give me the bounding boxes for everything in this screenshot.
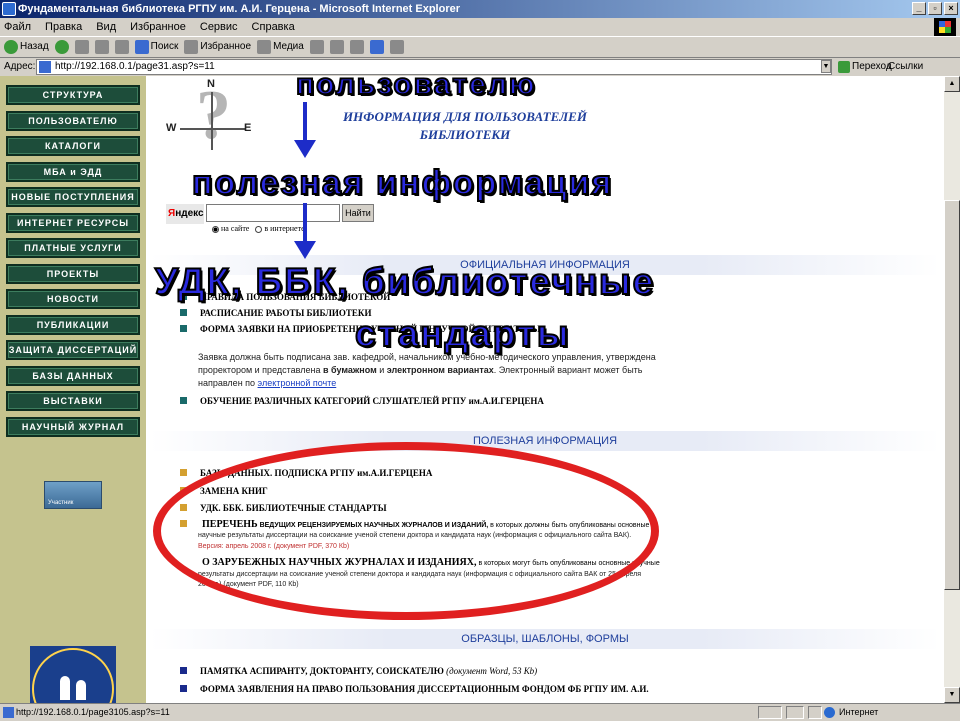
nav-journal[interactable]: НАУЧНЫЙ ЖУРНАЛ (6, 417, 140, 437)
vertical-scrollbar[interactable]: ▲ ▼ (944, 76, 960, 703)
home-button[interactable] (114, 40, 129, 54)
arrow-down-icon (294, 203, 316, 261)
home-icon (114, 40, 129, 54)
menu-tools[interactable]: Сервис (200, 18, 238, 36)
printer-icon (349, 40, 364, 54)
yandex-logo: Яндекс (166, 204, 204, 224)
menu-favorites[interactable]: Избранное (130, 18, 186, 36)
history-button[interactable] (309, 40, 324, 54)
nav-catalogs[interactable]: КАТАЛОГИ (6, 136, 140, 156)
status-url: http://192.168.0.1/page3105.asp?s=11 (16, 707, 170, 717)
favorites-button[interactable]: Избранное (184, 37, 251, 57)
radio-site[interactable]: на сайте (212, 224, 249, 233)
back-arrow-icon (4, 40, 18, 54)
back-button[interactable]: Назад (4, 37, 49, 57)
close-button[interactable]: × (944, 2, 958, 15)
media-icon (257, 40, 272, 54)
go-button[interactable]: Переход (838, 58, 892, 76)
forward-arrow-icon (54, 40, 69, 54)
overlay-udk-bbk: УДК, ББК, библиотечные (154, 260, 656, 303)
sidebar: СТРУКТУРА ПОЛЬЗОВАТЕЛЮ КАТАЛОГИ МБА и ЭД… (0, 76, 146, 703)
address-url: http://192.168.0.1/page31.asp?s=11 (55, 61, 215, 72)
print-button[interactable] (349, 40, 364, 54)
discuss-button[interactable] (389, 40, 404, 54)
order-note: Заявка должна быть подписана зав. кафедр… (198, 352, 656, 388)
ie-window: Фундаментальная библиотека РГПУ им. А.И.… (0, 0, 960, 720)
title-bar: Фундаментальная библиотека РГПУ им. А.И.… (0, 0, 960, 18)
section-useful: ПОЛЕЗНАЯ ИНФОРМАЦИЯ (150, 431, 940, 451)
overlay-useful-info: полезная информация (191, 163, 614, 203)
highlight-ellipse (153, 442, 659, 620)
overlay-standards: стандарты (354, 312, 571, 355)
nav-dissertations[interactable]: ЗАЩИТА ДИССЕРТАЦИЙ (6, 340, 140, 360)
nav-structure[interactable]: СТРУКТУРА (6, 85, 140, 105)
nav-mba[interactable]: МБА и ЭДД (6, 162, 140, 182)
window-title: Фундаментальная библиотека РГПУ им. А.И.… (18, 3, 461, 15)
word-icon (369, 40, 384, 54)
refresh-button[interactable] (94, 40, 109, 54)
search-icon (134, 40, 149, 54)
menu-help[interactable]: Справка (252, 18, 295, 36)
participant-banner[interactable]: Участник (44, 481, 102, 509)
nav-internet-resources[interactable]: ИНТЕРНЕТ РЕСУРСЫ (6, 213, 140, 233)
scroll-up-button[interactable]: ▲ (944, 76, 960, 92)
address-label: Адрес: (4, 61, 36, 72)
page-icon (3, 707, 14, 718)
nav-projects[interactable]: ПРОЕКТЫ (6, 264, 140, 284)
history-icon (309, 40, 324, 54)
edit-button[interactable] (369, 40, 384, 54)
scroll-down-button[interactable]: ▼ (944, 687, 960, 703)
menu-bar: Файл Правка Вид Избранное Сервис Справка (0, 18, 960, 36)
star-icon (184, 40, 199, 54)
education-program-emblem (30, 646, 116, 703)
page-title: ИНФОРМАЦИЯ ДЛЯ ПОЛЬЗОВАТЕЛЕЙ БИБЛИОТЕКИ (343, 109, 587, 142)
yandex-search: Яндекс Найти на сайте в интернете (166, 202, 374, 236)
windows-logo-icon (934, 18, 956, 36)
mail-icon (329, 40, 344, 54)
stop-icon (74, 40, 89, 54)
yandex-search-input[interactable] (206, 204, 340, 222)
compass-logo: ? N W E (166, 77, 252, 154)
overlay-user: пользователю (295, 76, 537, 102)
mail-button[interactable] (329, 40, 344, 54)
nav-publications[interactable]: ПУБЛИКАЦИИ (6, 315, 140, 335)
toolbar: Назад Поиск Избранное Медиа (0, 36, 960, 57)
search-button[interactable]: Поиск (134, 37, 178, 57)
address-dropdown-button[interactable]: ▼ (821, 60, 831, 73)
menu-edit[interactable]: Правка (45, 18, 82, 36)
forward-button[interactable] (54, 40, 69, 54)
ie-icon (2, 2, 16, 16)
nav-user[interactable]: ПОЛЬЗОВАТЕЛЮ (6, 111, 140, 131)
security-zone: Интернет (824, 704, 878, 721)
page-content: СТРУКТУРА ПОЛЬЗОВАТЕЛЮ КАТАЛОГИ МБА и ЭД… (0, 76, 944, 703)
address-input[interactable]: http://192.168.0.1/page31.asp?s=11 (36, 59, 832, 75)
yandex-search-button[interactable]: Найти (342, 204, 374, 222)
scroll-thumb[interactable] (944, 200, 960, 590)
go-arrow-icon (838, 61, 850, 73)
page-icon (39, 61, 51, 73)
media-button[interactable]: Медиа (257, 37, 304, 57)
links-button[interactable]: Ссылки (888, 58, 923, 76)
refresh-icon (94, 40, 109, 54)
section-samples: ОБРАЗЦЫ, ШАБЛОНЫ, ФОРМЫ (150, 629, 940, 649)
nav-exhibitions[interactable]: ВЫСТАВКИ (6, 391, 140, 411)
address-bar: Адрес: http://192.168.0.1/page31.asp?s=1… (0, 57, 960, 76)
minimize-button[interactable]: _ (912, 2, 926, 15)
arrow-down-icon (294, 102, 316, 158)
nav-news[interactable]: НОВОСТИ (6, 289, 140, 309)
email-link[interactable]: электронной почте (258, 378, 337, 388)
globe-icon (824, 707, 835, 718)
nav-new-arrivals[interactable]: НОВЫЕ ПОСТУПЛЕНИЯ (6, 187, 140, 207)
discuss-icon (389, 40, 404, 54)
status-bar: http://192.168.0.1/page3105.asp?s=11 Инт… (0, 703, 960, 720)
maximize-button[interactable]: ▫ (928, 2, 942, 15)
stop-button[interactable] (74, 40, 89, 54)
nav-databases[interactable]: БАЗЫ ДАННЫХ (6, 366, 140, 386)
menu-file[interactable]: Файл (4, 18, 31, 36)
menu-view[interactable]: Вид (96, 18, 116, 36)
nav-paid-services[interactable]: ПЛАТНЫЕ УСЛУГИ (6, 238, 140, 258)
